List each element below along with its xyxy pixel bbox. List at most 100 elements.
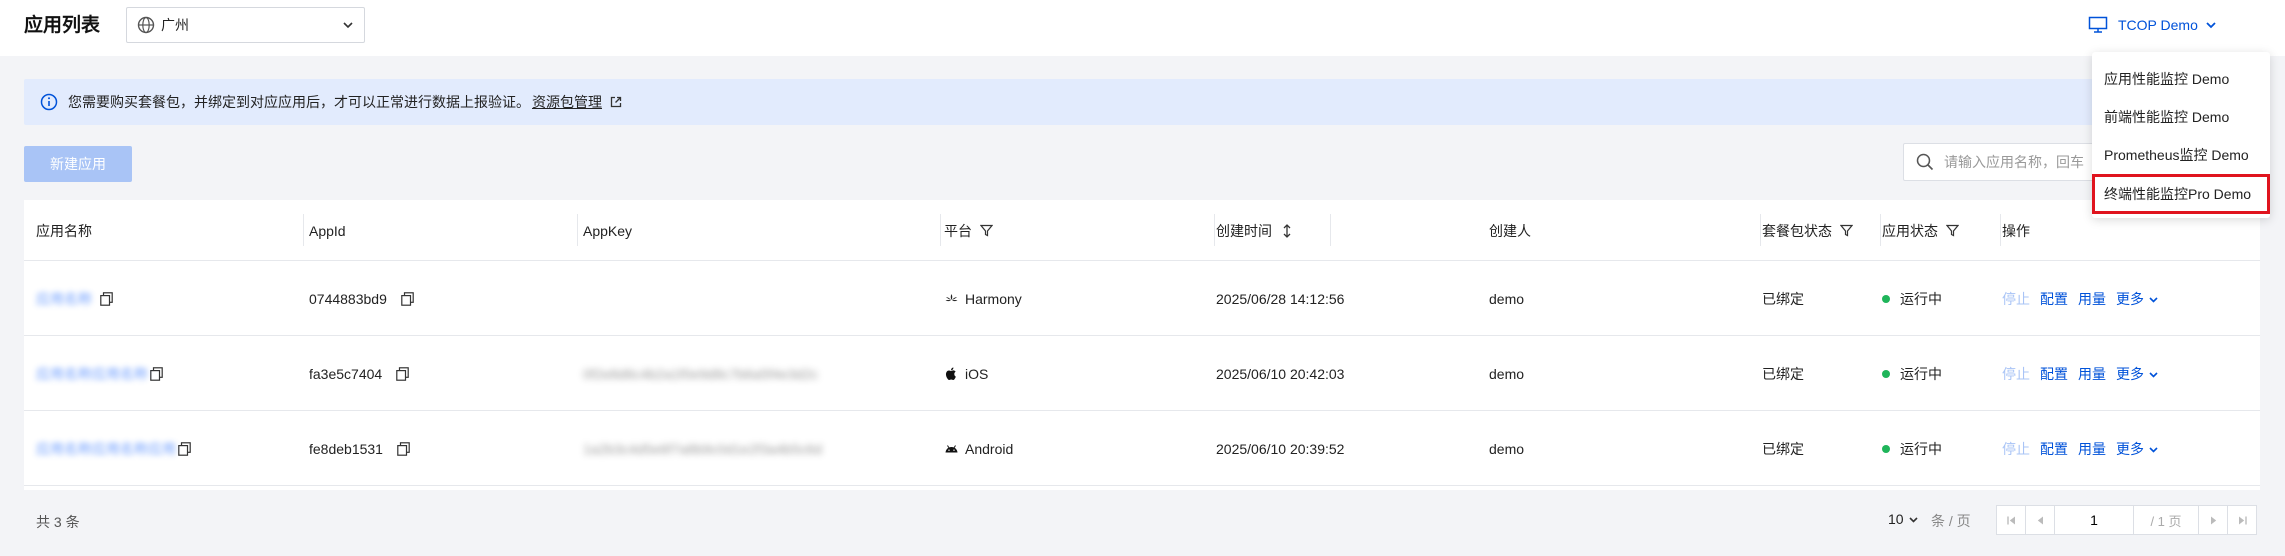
prev-page-icon xyxy=(2037,516,2043,524)
copy-icon[interactable] xyxy=(401,291,414,306)
platform-value: Harmony xyxy=(965,290,1022,307)
col-created: 创建时间 xyxy=(1216,200,1292,261)
first-page-button[interactable] xyxy=(1996,505,2026,535)
menu-item-terminal-pro-demo[interactable]: 终端性能监控Pro Demo xyxy=(2092,174,2270,214)
app-name-cell: 应用名称应用名称应用 xyxy=(36,411,191,486)
copy-icon[interactable] xyxy=(396,366,409,381)
appid-value: fa3e5c7404 xyxy=(309,365,383,382)
chevron-down-icon xyxy=(2206,22,2216,29)
created-cell: 2025/06/28 14:12:56 xyxy=(1216,290,1345,307)
config-button[interactable]: 配置 xyxy=(2040,364,2068,384)
harmony-icon xyxy=(945,294,958,302)
menu-item-rum-demo[interactable]: 前端性能监控 Demo xyxy=(2092,98,2270,136)
app-name-link[interactable]: 应用名称应用名称应用 xyxy=(36,439,176,459)
search-box[interactable] xyxy=(1903,143,2103,181)
stop-button[interactable]: 停止 xyxy=(2002,364,2030,384)
demo-dropdown-menu: 应用性能监控 Demo 前端性能监控 Demo Prometheus监控 Dem… xyxy=(2092,52,2270,218)
copy-icon[interactable] xyxy=(178,441,191,456)
col-divider xyxy=(1760,214,1761,246)
col-creator-label: 创建人 xyxy=(1489,222,1531,239)
status-dot xyxy=(1882,444,1890,453)
resource-package-link[interactable]: 资源包管理 xyxy=(532,92,602,112)
menu-item-prometheus-demo[interactable]: Prometheus监控 Demo xyxy=(2092,136,2270,174)
more-button[interactable]: 更多 xyxy=(2116,364,2159,384)
menu-item-apm-demo[interactable]: 应用性能监控 Demo xyxy=(2092,60,2270,98)
region-value: 广州 xyxy=(161,17,189,33)
appid-cell: fa3e5c7404 xyxy=(309,336,409,411)
app-status-cell: 运行中 xyxy=(1882,411,1942,486)
config-button[interactable]: 配置 xyxy=(2040,289,2068,309)
appid-value: fe8deb1531 xyxy=(309,440,383,457)
config-button[interactable]: 配置 xyxy=(2040,439,2068,459)
copy-icon[interactable] xyxy=(100,291,113,306)
appkey-cell: 0f2e8d6c4b2a1f0e9d8c7b6a5f4e3d2c xyxy=(583,336,818,411)
search-input[interactable] xyxy=(1944,154,2090,170)
more-button[interactable]: 更多 xyxy=(2116,289,2159,309)
ops-cell: 停止 配置 用量 更多 xyxy=(2002,336,2169,411)
app-status-cell: 运行中 xyxy=(1882,261,1942,336)
total-pages: / 1 页 xyxy=(2133,505,2199,535)
chevron-down-icon xyxy=(2149,297,2158,303)
apple-icon xyxy=(945,367,956,380)
appkey-value: 0f2e8d6c4b2a1f0e9d8c7b6a5f4e3d2c xyxy=(583,365,819,382)
app-name-cell: 应用名称应用名称 xyxy=(36,336,163,411)
page-title: 应用列表 xyxy=(24,15,101,36)
usage-button[interactable]: 用量 xyxy=(2078,364,2106,384)
col-package: 套餐包状态 xyxy=(1762,200,1853,261)
table-footer: 共 3 条 10 条 / 页 / 1 页 xyxy=(24,491,2260,551)
col-ops-label: 操作 xyxy=(2002,222,2030,239)
more-label: 更多 xyxy=(2116,440,2144,457)
col-ops: 操作 xyxy=(2002,200,2030,261)
region-select[interactable]: 广州 xyxy=(126,7,365,43)
app-name-link[interactable]: 应用名称 xyxy=(36,289,92,309)
table-row: 应用名称应用名称应用 fe8deb1531 1a2b3c4d5e6f7a8b9c… xyxy=(24,411,2260,486)
col-appid-label: AppId xyxy=(309,222,346,239)
platform-value: iOS xyxy=(965,365,989,382)
last-page-button[interactable] xyxy=(2227,505,2257,535)
chevron-down-icon xyxy=(343,22,353,29)
page-size-select[interactable]: 10 xyxy=(1888,511,1919,527)
appid-cell: fe8deb1531 xyxy=(309,411,410,486)
copy-icon[interactable] xyxy=(150,366,163,381)
monitor-icon xyxy=(2088,16,2108,33)
table-header: 应用名称 AppId AppKey 平台 创建时间 创建人 套餐包状态 应用状态… xyxy=(24,200,2260,261)
app-name-link[interactable]: 应用名称应用名称 xyxy=(36,364,148,384)
col-appkey: AppKey xyxy=(583,200,632,261)
demo-switch[interactable]: TCOP Demo xyxy=(2088,14,2217,36)
stop-button[interactable]: 停止 xyxy=(2002,439,2030,459)
col-status-label: 应用状态 xyxy=(1882,222,1938,239)
ops-cell: 停止 配置 用量 更多 xyxy=(2002,261,2169,336)
prev-page-button[interactable] xyxy=(2025,505,2055,535)
creator-cell: demo xyxy=(1489,365,1525,382)
col-platform: 平台 xyxy=(944,200,993,261)
col-platform-label: 平台 xyxy=(944,222,972,239)
col-name: 应用名称 xyxy=(36,200,92,261)
usage-button[interactable]: 用量 xyxy=(2078,289,2106,309)
filter-icon[interactable] xyxy=(1946,224,1959,237)
per-page-label: 条 / 页 xyxy=(1931,513,1971,529)
col-name-label: 应用名称 xyxy=(36,222,92,239)
filter-icon[interactable] xyxy=(980,224,993,237)
platform-cell: iOS xyxy=(944,336,988,411)
appid-value: 0744883bd9 xyxy=(309,290,387,307)
last-page-icon xyxy=(2238,516,2247,524)
sort-icon[interactable] xyxy=(1282,223,1292,238)
demo-switch-label: TCOP Demo xyxy=(2118,17,2198,33)
pagination: / 1 页 xyxy=(1996,505,2257,535)
external-link-icon[interactable] xyxy=(610,96,622,108)
app-table: 应用名称 AppId AppKey 平台 创建时间 创建人 套餐包状态 应用状态… xyxy=(24,200,2260,535)
usage-button[interactable]: 用量 xyxy=(2078,439,2106,459)
status-dot xyxy=(1882,369,1890,378)
new-app-button[interactable]: 新建应用 xyxy=(24,146,132,182)
more-button[interactable]: 更多 xyxy=(2116,439,2159,459)
app-status-cell: 运行中 xyxy=(1882,336,1942,411)
copy-icon[interactable] xyxy=(397,441,410,456)
page-number-input[interactable] xyxy=(2054,505,2134,535)
next-page-button[interactable] xyxy=(2198,505,2228,535)
col-created-label: 创建时间 xyxy=(1216,222,1272,239)
android-icon xyxy=(945,445,958,453)
stop-button[interactable]: 停止 xyxy=(2002,289,2030,309)
filter-icon[interactable] xyxy=(1840,224,1853,237)
status-dot xyxy=(1882,294,1890,303)
ops-cell: 停止 配置 用量 更多 xyxy=(2002,411,2169,486)
